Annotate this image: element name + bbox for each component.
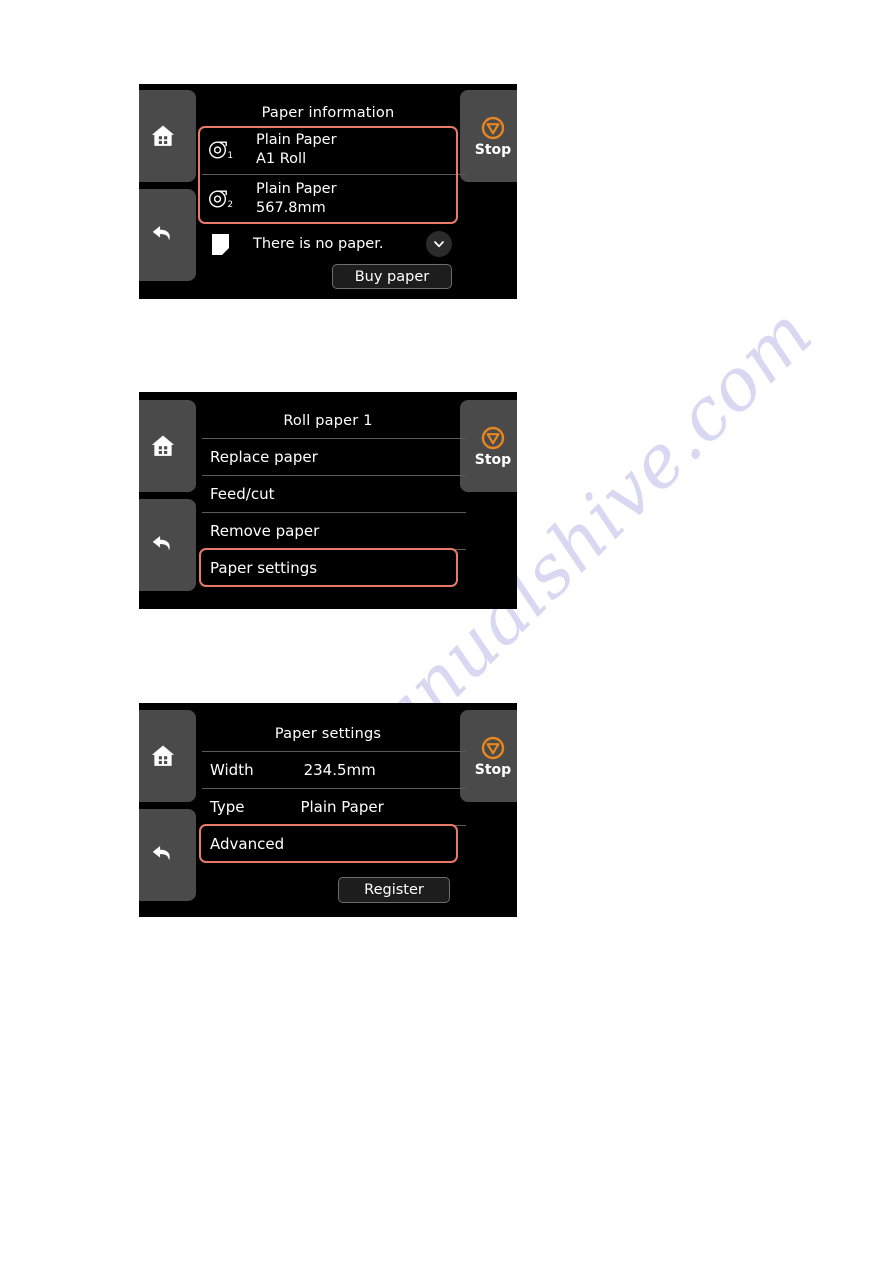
roll-paper-2-type: Plain Paper (256, 181, 337, 197)
back-icon (152, 846, 170, 861)
printer-panel-paper-information: Stop Paper information 1 Plain Paper A1 … (139, 84, 517, 299)
home-button[interactable] (139, 710, 196, 802)
page-title: Paper information (261, 105, 395, 121)
register-button[interactable]: Register (338, 877, 450, 903)
menu-item-remove-paper[interactable]: Remove paper (196, 513, 460, 549)
menu-item-feed-cut-label: Feed/cut (210, 485, 275, 503)
roll-row-divider (202, 174, 466, 175)
menu-item-replace-paper-label: Replace paper (210, 448, 318, 466)
back-button[interactable] (139, 809, 196, 901)
roll-paper-1-type: Plain Paper (256, 132, 337, 148)
menu-item-feed-cut[interactable]: Feed/cut (196, 476, 460, 512)
printer-panel-roll-paper-1: Stop Roll paper 1 Replace paper Feed/cut… (139, 392, 517, 609)
roll-paper-2-size: 567.8mm (256, 200, 326, 216)
page-title: Roll paper 1 (283, 413, 373, 429)
setting-type-label: Type (210, 798, 245, 816)
roll-paper-2-icon: 2 (209, 190, 234, 210)
setting-type-value: Plain Paper (300, 798, 384, 816)
screen-paper-settings: Paper settings Width 234.5mm Type Plain … (196, 703, 466, 917)
menu-item-paper-settings-label: Paper settings (210, 559, 318, 577)
home-button[interactable] (139, 90, 196, 182)
page-title: Paper settings (274, 726, 382, 742)
chevron-down-icon (434, 241, 444, 248)
cut-sheet-status: There is no paper. (253, 236, 384, 252)
setting-width-value: 234.5mm (303, 761, 376, 779)
cut-sheet-row[interactable]: There is no paper. (200, 226, 456, 262)
screen-roll-paper-1: Roll paper 1 Replace paper Feed/cut Remo… (196, 392, 466, 609)
home-button[interactable] (139, 400, 196, 492)
home-icon (151, 435, 175, 456)
stop-button-label: Stop (474, 451, 512, 468)
menu-item-remove-paper-label: Remove paper (210, 522, 320, 540)
stop-button[interactable]: Stop (460, 400, 517, 492)
cut-sheet-icon (212, 233, 229, 255)
register-button-label: Register (364, 882, 424, 898)
stop-icon (481, 116, 505, 139)
stop-button-label: Stop (474, 761, 512, 778)
back-icon (152, 536, 170, 551)
home-icon (151, 125, 175, 146)
home-icon (151, 745, 175, 766)
stop-button-label: Stop (474, 141, 512, 158)
stop-icon (481, 736, 505, 759)
setting-width-label: Width (210, 761, 254, 779)
roll-paper-1-row[interactable]: 1 Plain Paper A1 Roll (200, 127, 456, 173)
svg-text:2: 2 (228, 200, 234, 210)
roll-paper-2-row[interactable]: 2 Plain Paper 567.8mm (200, 176, 456, 222)
back-button[interactable] (139, 499, 196, 591)
svg-text:1: 1 (228, 151, 234, 161)
back-button[interactable] (139, 189, 196, 281)
roll-paper-1-icon: 1 (209, 141, 234, 161)
setting-row-advanced[interactable]: Advanced (196, 826, 460, 862)
buy-paper-label: Buy paper (354, 268, 430, 285)
menu-item-paper-settings[interactable]: Paper settings (196, 550, 460, 586)
expand-sheet-button[interactable] (426, 231, 452, 257)
buy-paper-button[interactable]: Buy paper (332, 264, 452, 289)
roll-paper-1-size: A1 Roll (256, 151, 307, 167)
stop-icon (481, 426, 505, 449)
menu-item-replace-paper[interactable]: Replace paper (196, 439, 460, 475)
setting-row-width[interactable]: Width 234.5mm (196, 752, 460, 788)
setting-row-type[interactable]: Type Plain Paper (196, 789, 460, 825)
back-icon (152, 226, 170, 241)
printer-panel-paper-settings: Stop Paper settings Width 234.5mm Type P… (139, 703, 517, 917)
screen-paper-information: Paper information 1 Plain Paper A1 Roll … (196, 84, 466, 299)
stop-button[interactable]: Stop (460, 710, 517, 802)
setting-advanced-label: Advanced (210, 835, 285, 853)
stop-button[interactable]: Stop (460, 90, 517, 182)
